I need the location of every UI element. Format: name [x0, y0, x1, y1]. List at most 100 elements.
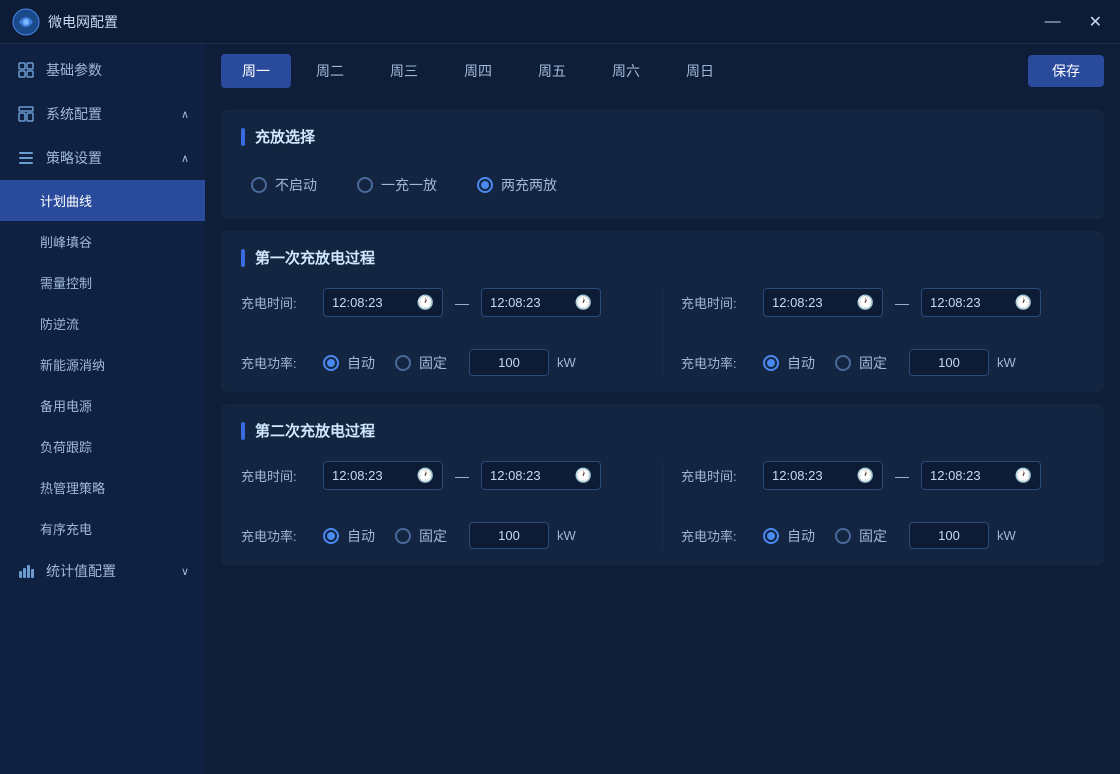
dash-2: —	[895, 295, 909, 311]
second-left-power-row: 充电功率: 自动 固定	[241, 522, 644, 549]
first-process-panel: 第一次充放电过程 充电时间: 🕐 —	[221, 231, 1104, 392]
radio-first-left-fixed[interactable]	[395, 355, 411, 371]
second-left-time-end-input[interactable]: 🕐	[481, 461, 601, 490]
radio-second-left-fixed[interactable]	[395, 528, 411, 544]
sidebar-item-backup-power[interactable]: 备用电源	[0, 385, 205, 426]
first-right-auto-option[interactable]: 自动	[763, 353, 815, 373]
first-right-power-value[interactable]	[909, 349, 989, 376]
app-logo	[12, 8, 40, 36]
vertical-divider-2	[662, 461, 663, 549]
tab-wednesday[interactable]: 周三	[369, 54, 439, 88]
radio-no-start[interactable]	[251, 177, 267, 193]
first-right-time-start-field[interactable]	[772, 295, 852, 310]
second-right-time-end-field[interactable]	[930, 468, 1010, 483]
first-right-time-row: 充电时间: 🕐 — 🕐	[681, 288, 1084, 317]
sidebar-item-anti-backflow[interactable]: 防逆流	[0, 303, 205, 344]
tab-tuesday[interactable]: 周二	[295, 54, 365, 88]
tab-sunday[interactable]: 周日	[665, 54, 735, 88]
header-bar-decoration-1	[241, 249, 245, 267]
sidebar: 基础参数 系统配置 ∧ 策略设置	[0, 44, 205, 774]
main-layout: 基础参数 系统配置 ∧ 策略设置	[0, 44, 1120, 774]
second-right-time-label: 充电时间:	[681, 466, 751, 485]
first-left-unit: kW	[557, 355, 576, 370]
option-one-cycle[interactable]: 一充一放	[357, 175, 437, 195]
second-right-time-start-field[interactable]	[772, 468, 852, 483]
sidebar-item-demand-control[interactable]: 需量控制	[0, 262, 205, 303]
sidebar-label-ordered-charge: 有序充电	[40, 519, 92, 538]
radio-first-right-auto[interactable]	[763, 355, 779, 371]
clock-icon-7: 🕐	[857, 467, 874, 484]
radio-second-right-auto[interactable]	[763, 528, 779, 544]
second-right-power-value[interactable]	[909, 522, 989, 549]
second-right-time-end-input[interactable]: 🕐	[921, 461, 1041, 490]
radio-first-right-fixed[interactable]	[835, 355, 851, 371]
first-right-time-label: 充电时间:	[681, 293, 751, 312]
sidebar-item-new-energy[interactable]: 新能源消纳	[0, 344, 205, 385]
second-left-time-start-input[interactable]: 🕐	[323, 461, 443, 490]
option-no-start[interactable]: 不启动	[251, 175, 317, 195]
sidebar-label-plan-curve: 计划曲线	[40, 191, 92, 210]
first-right-time-start-input[interactable]: 🕐	[763, 288, 883, 317]
radio-two-cycle[interactable]	[477, 177, 493, 193]
panels-container: 充放选择 不启动 一充一放 两充两放	[205, 98, 1120, 774]
tab-thursday[interactable]: 周四	[443, 54, 513, 88]
second-right-auto-option[interactable]: 自动	[763, 526, 815, 546]
first-left-time-start-field[interactable]	[332, 295, 412, 310]
first-right-power-options: 自动 固定 kW	[763, 349, 1016, 376]
radio-first-left-auto[interactable]	[323, 355, 339, 371]
second-right-time-start-input[interactable]: 🕐	[763, 461, 883, 490]
sidebar-item-thermal[interactable]: 热管理策略	[0, 467, 205, 508]
close-button[interactable]: ✕	[1083, 10, 1108, 34]
vertical-divider-1	[662, 288, 663, 376]
clock-icon-8: 🕐	[1015, 467, 1032, 484]
tab-monday[interactable]: 周一	[221, 54, 291, 88]
sidebar-item-plan-curve[interactable]: 计划曲线	[0, 180, 205, 221]
option-two-cycle[interactable]: 两充两放	[477, 175, 557, 195]
radio-one-cycle[interactable]	[357, 177, 373, 193]
radio-second-right-fixed[interactable]	[835, 528, 851, 544]
chevron-up-icon: ∧	[181, 108, 189, 121]
second-left-time-start-field[interactable]	[332, 468, 412, 483]
sidebar-item-load-tracking[interactable]: 负荷跟踪	[0, 426, 205, 467]
first-left-power-value[interactable]	[469, 349, 549, 376]
sidebar-item-basic-params[interactable]: 基础参数	[0, 48, 205, 92]
clock-icon-5: 🕐	[417, 467, 434, 484]
save-button[interactable]: 保存	[1028, 55, 1104, 87]
first-right-fixed-option[interactable]: 固定	[835, 353, 887, 373]
first-left-auto-option[interactable]: 自动	[323, 353, 375, 373]
first-right-time-end-input[interactable]: 🕐	[921, 288, 1041, 317]
second-left-power-label: 充电功率:	[241, 526, 311, 545]
sidebar-item-ordered-charge[interactable]: 有序充电	[0, 508, 205, 549]
first-left-fixed-option[interactable]: 固定	[395, 353, 447, 373]
sidebar-item-strategy[interactable]: 策略设置 ∧	[0, 136, 205, 180]
titlebar: 微电网配置 — ✕	[0, 0, 1120, 44]
sidebar-item-system-config[interactable]: 系统配置 ∧	[0, 92, 205, 136]
sidebar-item-peak-valley[interactable]: 削峰填谷	[0, 221, 205, 262]
second-left-time-end-field[interactable]	[490, 468, 570, 483]
minimize-button[interactable]: —	[1039, 10, 1067, 34]
tab-friday[interactable]: 周五	[517, 54, 587, 88]
first-left-time-start-input[interactable]: 🕐	[323, 288, 443, 317]
first-left-time-end-input[interactable]: 🕐	[481, 288, 601, 317]
sidebar-label-demand-control: 需量控制	[40, 273, 92, 292]
first-right-time-end-field[interactable]	[930, 295, 1010, 310]
second-left-power-value[interactable]	[469, 522, 549, 549]
first-left-time-end-field[interactable]	[490, 295, 570, 310]
radio-second-left-auto[interactable]	[323, 528, 339, 544]
second-left-fixed-label: 固定	[419, 526, 447, 546]
tab-saturday[interactable]: 周六	[591, 54, 661, 88]
second-left-auto-label: 自动	[347, 526, 375, 546]
system-icon	[16, 104, 36, 124]
second-right-auto-label: 自动	[787, 526, 815, 546]
sidebar-item-stats-config[interactable]: 统计值配置 ∨	[0, 549, 205, 593]
second-left-auto-option[interactable]: 自动	[323, 526, 375, 546]
first-right-power-row: 充电功率: 自动 固定	[681, 349, 1084, 376]
header-bar-decoration-2	[241, 422, 245, 440]
charge-selection-header: 充放选择	[241, 126, 1084, 147]
header-bar-decoration	[241, 128, 245, 146]
second-left-fixed-option[interactable]: 固定	[395, 526, 447, 546]
second-process-header: 第二次充放电过程	[241, 420, 1084, 441]
second-right-fixed-option[interactable]: 固定	[835, 526, 887, 546]
clock-icon-6: 🕐	[575, 467, 592, 484]
dash-1: —	[455, 295, 469, 311]
